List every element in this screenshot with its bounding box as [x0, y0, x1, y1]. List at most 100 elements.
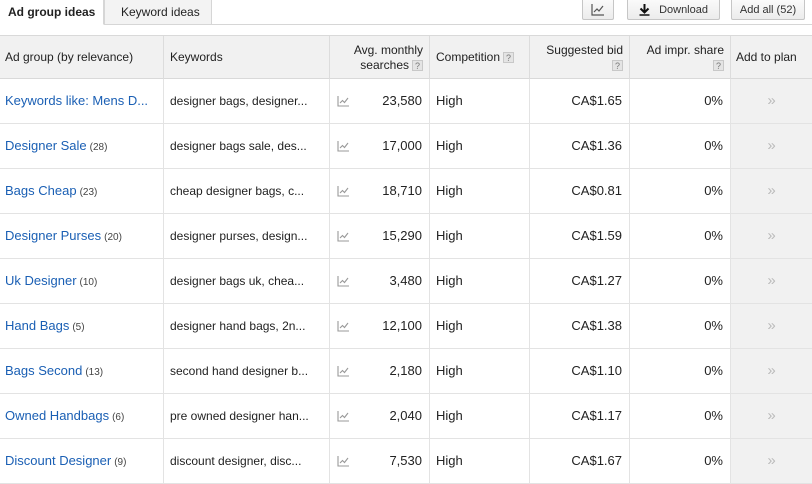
add-to-plan-button[interactable]: » [731, 214, 812, 258]
table-row: Keywords like: Mens D... designer bags, … [0, 79, 812, 124]
header-competition[interactable]: Competition? [430, 36, 530, 79]
double-chevron-right-icon: » [767, 92, 776, 109]
header-keywords-label: Keywords [170, 50, 223, 64]
avg-monthly-searches-cell: 7,530 [360, 439, 430, 483]
keyword-count: (28) [89, 142, 108, 153]
trend-chart-icon[interactable] [337, 96, 350, 107]
keywords-cell: designer hand bags, 2n... [164, 304, 330, 348]
trend-cell [330, 304, 360, 348]
double-chevron-right-icon: » [767, 317, 776, 334]
double-chevron-right-icon: » [767, 182, 776, 199]
ad-impr-share-cell: 0% [630, 214, 731, 258]
chart-view-button[interactable] [582, 0, 614, 20]
keyword-count: (20) [104, 232, 122, 243]
add-to-plan-button[interactable]: » [731, 394, 812, 438]
double-chevron-right-icon: » [767, 137, 776, 154]
keywords-cell: pre owned designer han... [164, 394, 330, 438]
tab-keyword-ideas[interactable]: Keyword ideas [104, 0, 212, 25]
ad-group-link[interactable]: Discount Designer [5, 453, 111, 468]
ad-group-link[interactable]: Hand Bags [5, 318, 69, 333]
add-to-plan-button[interactable]: » [731, 124, 812, 168]
suggested-bid-cell: CA$1.38 [530, 304, 630, 348]
suggested-bid-cell: CA$0.81 [530, 169, 630, 213]
trend-cell [330, 259, 360, 303]
ad-impr-share-cell: 0% [630, 79, 731, 123]
trend-chart-icon[interactable] [337, 411, 350, 422]
header-ad-impr-share[interactable]: Ad impr. share ? [630, 36, 731, 79]
add-to-plan-button[interactable]: » [731, 349, 812, 393]
ad-group-link[interactable]: Designer Purses [5, 228, 101, 243]
ad-group-link[interactable]: Designer Sale [5, 138, 87, 153]
keywords-cell: designer bags uk, chea... [164, 259, 330, 303]
ad-group-cell: Owned Handbags (6) [0, 394, 164, 438]
keyword-count: (23) [79, 187, 98, 198]
suggested-bid-cell: CA$1.17 [530, 394, 630, 438]
header-avg-monthly-searches[interactable]: Avg. monthly searches? [330, 36, 430, 79]
double-chevron-right-icon: » [767, 362, 776, 379]
header-competition-label: Competition [436, 50, 501, 64]
header-suggested-bid[interactable]: Suggested bid ? [530, 36, 630, 79]
ad-group-cell: Bags Cheap (23) [0, 169, 164, 213]
avg-monthly-searches-cell: 15,290 [360, 214, 430, 258]
header-ad-group-label: Ad group (by relevance) [5, 50, 134, 64]
ad-group-cell: Designer Sale (28) [0, 124, 164, 168]
competition-cell: High [430, 259, 530, 303]
add-to-plan-button[interactable]: » [731, 169, 812, 213]
ad-impr-share-cell: 0% [630, 394, 731, 438]
trend-chart-icon[interactable] [337, 321, 350, 332]
avg-monthly-searches-cell: 17,000 [360, 124, 430, 168]
trend-chart-icon[interactable] [337, 276, 350, 287]
help-icon[interactable]: ? [612, 60, 623, 72]
header-ad-group[interactable]: Ad group (by relevance) [0, 36, 164, 79]
add-to-plan-button[interactable]: » [731, 259, 812, 303]
ad-group-link[interactable]: Bags Cheap [5, 183, 77, 198]
ad-group-cell: Bags Second (13) [0, 349, 164, 393]
ad-group-link[interactable]: Keywords like: Mens D... [5, 93, 148, 108]
table-header: Ad group (by relevance) Keywords Avg. mo… [0, 35, 812, 79]
header-avg-line1: Avg. monthly [353, 43, 423, 57]
add-to-plan-button[interactable]: » [731, 439, 812, 483]
download-button[interactable]: Download [627, 0, 720, 20]
suggested-bid-cell: CA$1.27 [530, 259, 630, 303]
double-chevron-right-icon: » [767, 407, 776, 424]
ad-group-link[interactable]: Uk Designer [5, 273, 77, 288]
suggested-bid-cell: CA$1.59 [530, 214, 630, 258]
header-bid-label: Suggested bid [546, 43, 623, 57]
keywords-cell: designer bags, designer... [164, 79, 330, 123]
double-chevron-right-icon: » [767, 227, 776, 244]
ad-group-link[interactable]: Owned Handbags [5, 408, 109, 423]
add-all-button[interactable]: Add all (52) [731, 0, 805, 20]
help-icon[interactable]: ? [503, 52, 515, 64]
ad-group-cell: Uk Designer (10) [0, 259, 164, 303]
ad-impr-share-cell: 0% [630, 124, 731, 168]
help-icon[interactable]: ? [412, 60, 423, 72]
avg-monthly-searches-cell: 2,180 [360, 349, 430, 393]
competition-cell: High [430, 394, 530, 438]
table-row: Bags Cheap (23) cheap designer bags, c...… [0, 169, 812, 214]
ad-group-link[interactable]: Bags Second [5, 363, 82, 378]
avg-monthly-searches-cell: 18,710 [360, 169, 430, 213]
suggested-bid-cell: CA$1.65 [530, 79, 630, 123]
table-row: Designer Purses (20) designer purses, des… [0, 214, 812, 259]
keywords-cell: second hand designer b... [164, 349, 330, 393]
trend-chart-icon[interactable] [337, 231, 350, 242]
competition-cell: High [430, 349, 530, 393]
competition-cell: High [430, 439, 530, 483]
add-to-plan-button[interactable]: » [731, 79, 812, 123]
ad-impr-share-cell: 0% [630, 304, 731, 348]
ad-group-cell: Designer Purses (20) [0, 214, 164, 258]
trend-cell [330, 169, 360, 213]
help-icon[interactable]: ? [713, 60, 724, 72]
suggested-bid-cell: CA$1.36 [530, 124, 630, 168]
trend-chart-icon[interactable] [337, 186, 350, 197]
tab-ad-group-ideas[interactable]: Ad group ideas [0, 0, 104, 25]
trend-chart-icon[interactable] [337, 141, 350, 152]
table-row: Designer Sale (28) designer bags sale, de… [0, 124, 812, 169]
competition-cell: High [430, 214, 530, 258]
add-to-plan-button[interactable]: » [731, 304, 812, 348]
trend-chart-icon[interactable] [337, 456, 350, 467]
keywords-cell: cheap designer bags, c... [164, 169, 330, 213]
trend-cell [330, 214, 360, 258]
avg-monthly-searches-cell: 3,480 [360, 259, 430, 303]
trend-chart-icon[interactable] [337, 366, 350, 377]
